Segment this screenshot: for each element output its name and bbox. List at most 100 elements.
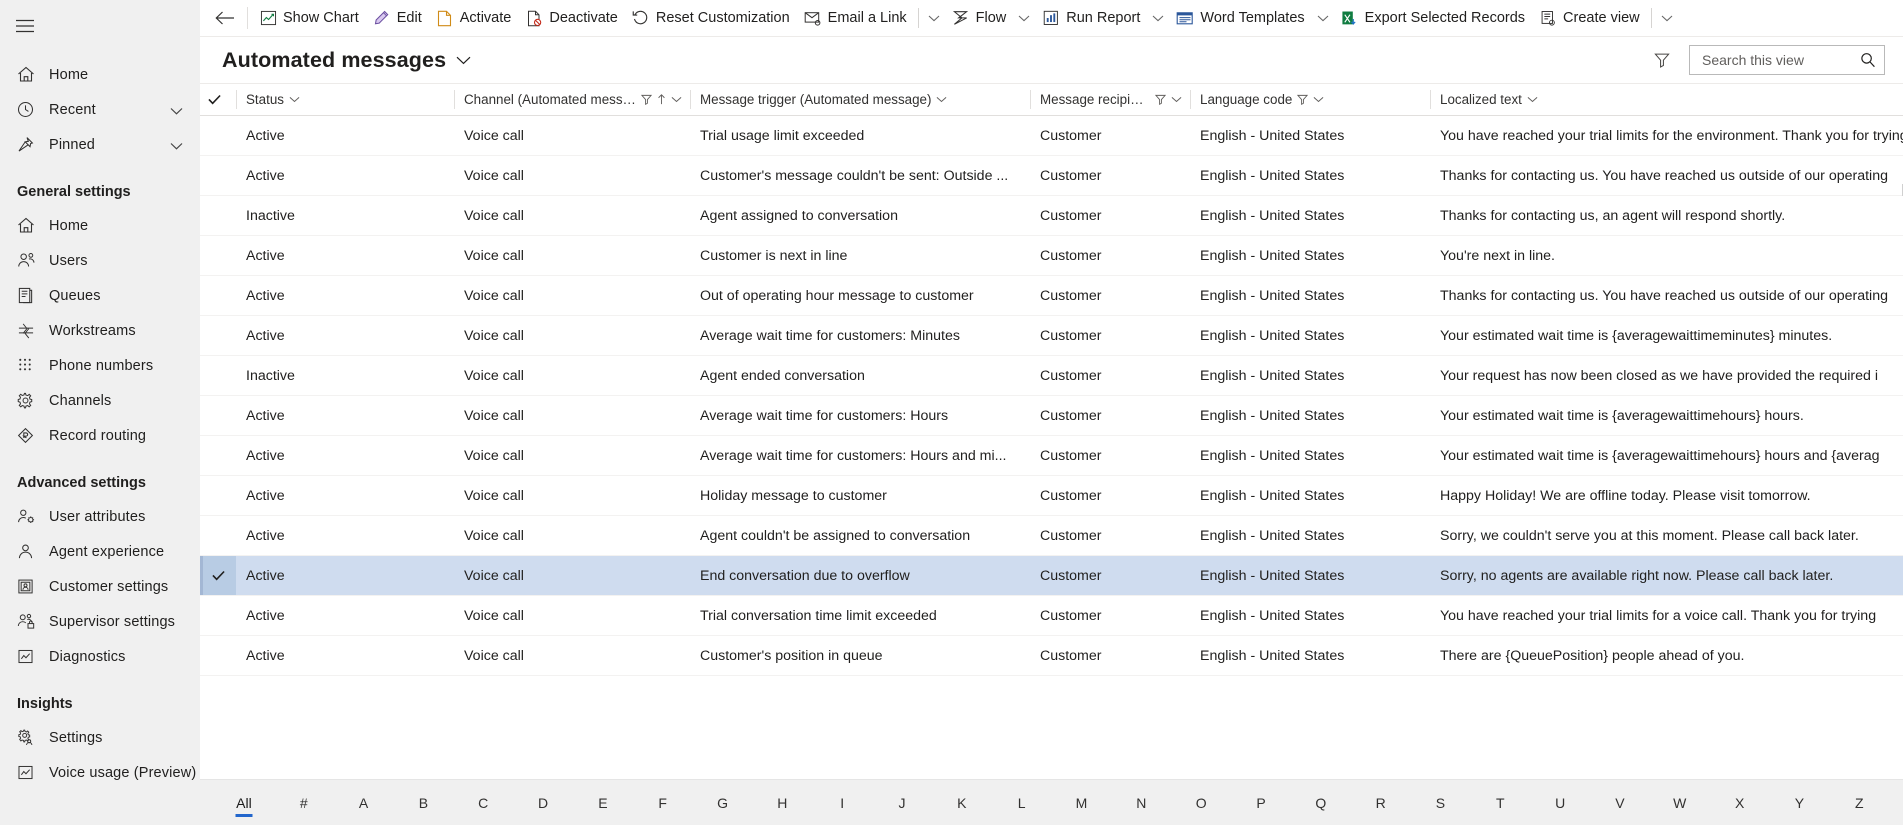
row-select-checkbox[interactable] bbox=[200, 115, 236, 156]
cell-localized-text[interactable]: Thanks for contacting us, an agent will … bbox=[1430, 195, 1903, 236]
column-filter-icon[interactable] bbox=[1155, 94, 1166, 105]
row-select-checkbox[interactable] bbox=[200, 555, 236, 596]
column-header-recipient[interactable]: Message recipient (... bbox=[1030, 84, 1190, 116]
alpha-filter-p[interactable]: P bbox=[1231, 788, 1291, 818]
table-row[interactable]: Active Voice call Customer's message could… bbox=[200, 155, 1903, 196]
sidebar-item-users[interactable]: Users bbox=[0, 243, 200, 278]
email-a-link-caret[interactable] bbox=[923, 1, 945, 35]
sidebar-item-record-routing[interactable]: Record routing bbox=[0, 418, 200, 453]
alpha-filter-v[interactable]: V bbox=[1590, 788, 1650, 818]
create-view-button[interactable]: Create view bbox=[1532, 1, 1647, 35]
table-row[interactable]: Active Voice call Out of operating hour me… bbox=[200, 275, 1903, 316]
table-row[interactable]: Inactive Voice call Agent ended conversati… bbox=[200, 355, 1903, 396]
column-filter-icon[interactable] bbox=[1297, 94, 1309, 105]
alpha-filter-h[interactable]: H bbox=[752, 788, 812, 818]
sidebar-item-channels[interactable]: Channels bbox=[0, 383, 200, 418]
table-row[interactable]: Active Voice call Holiday message to custo… bbox=[200, 475, 1903, 516]
cell-localized-text[interactable]: Thanks for contacting us. You have reach… bbox=[1430, 155, 1903, 196]
column-menu-chevron-down-icon[interactable] bbox=[1313, 96, 1324, 103]
sidebar-item-customer-settings[interactable]: Customer settings bbox=[0, 569, 200, 604]
row-select-checkbox[interactable] bbox=[200, 435, 236, 476]
alpha-filter-j[interactable]: J bbox=[872, 788, 932, 818]
row-select-checkbox[interactable] bbox=[200, 195, 236, 236]
column-header-trigger[interactable]: Message trigger (Automated message) bbox=[690, 84, 1030, 116]
row-select-checkbox[interactable] bbox=[200, 595, 236, 636]
sidebar-item-diagnostics[interactable]: Diagnostics bbox=[0, 639, 200, 674]
cell-language-code[interactable]: English - United States bbox=[1190, 595, 1430, 636]
sidebar-item-phone-numbers[interactable]: Phone numbers bbox=[0, 348, 200, 383]
cell-localized-text[interactable]: Your request has now been closed as we h… bbox=[1430, 355, 1903, 396]
table-row[interactable]: Active Voice call Trial usage limit exceed… bbox=[200, 115, 1903, 156]
cell-localized-text[interactable]: Your estimated wait time is {averagewait… bbox=[1430, 435, 1903, 476]
cell-localized-text[interactable]: Your estimated wait time is {averagewait… bbox=[1430, 315, 1903, 356]
row-select-checkbox[interactable] bbox=[200, 235, 236, 276]
alpha-filter-y[interactable]: Y bbox=[1770, 788, 1830, 818]
alpha-filter-all[interactable]: All bbox=[214, 788, 274, 818]
activate-button[interactable]: Activate bbox=[429, 1, 519, 35]
alpha-filter-u[interactable]: U bbox=[1530, 788, 1590, 818]
sidebar-item-insights-settings[interactable]: Settings bbox=[0, 720, 200, 755]
edit-button[interactable]: Edit bbox=[366, 1, 429, 35]
row-select-checkbox[interactable] bbox=[200, 515, 236, 556]
sidebar-item-queues[interactable]: Queues bbox=[0, 278, 200, 313]
row-select-checkbox[interactable] bbox=[200, 355, 236, 396]
alpha-filter-q[interactable]: Q bbox=[1291, 788, 1351, 818]
alpha-filter-s[interactable]: S bbox=[1411, 788, 1471, 818]
alpha-filter-i[interactable]: I bbox=[812, 788, 872, 818]
cell-language-code[interactable]: English - United States bbox=[1190, 395, 1430, 436]
alpha-filter-o[interactable]: O bbox=[1171, 788, 1231, 818]
export-selected-records-button[interactable]: Export Selected Records bbox=[1334, 1, 1532, 35]
sort-ascending-icon[interactable] bbox=[657, 94, 666, 105]
select-all-header[interactable] bbox=[200, 84, 236, 116]
cell-language-code[interactable]: English - United States bbox=[1190, 275, 1430, 316]
chevron-down-icon[interactable] bbox=[170, 102, 183, 118]
cell-localized-text[interactable]: You have reached your trial limits for a… bbox=[1430, 595, 1903, 636]
alpha-filter-z[interactable]: Z bbox=[1829, 788, 1889, 818]
alpha-filter-c[interactable]: C bbox=[453, 788, 513, 818]
column-header-localized[interactable]: Localized text bbox=[1430, 84, 1903, 116]
sidebar-item-home[interactable]: Home bbox=[0, 57, 200, 92]
cell-language-code[interactable]: English - United States bbox=[1190, 515, 1430, 556]
sidebar-item-supervisor-settings[interactable]: Supervisor settings bbox=[0, 604, 200, 639]
table-row[interactable]: Active Voice call Average wait time for cu… bbox=[200, 395, 1903, 436]
table-row[interactable]: Active Voice call Trial conversation time … bbox=[200, 595, 1903, 636]
cell-localized-text[interactable]: Sorry, we couldn't serve you at this mom… bbox=[1430, 515, 1903, 556]
table-row[interactable]: Active Voice call Customer's position in q… bbox=[200, 635, 1903, 676]
cell-localized-text[interactable]: Your estimated wait time is {averagewait… bbox=[1430, 395, 1903, 436]
table-row[interactable]: Active Voice call Average wait time for cu… bbox=[200, 435, 1903, 476]
cell-localized-text[interactable]: There are {QueuePosition} people ahead o… bbox=[1430, 635, 1903, 676]
cell-localized-text[interactable]: Happy Holiday! We are offline today. Ple… bbox=[1430, 475, 1903, 516]
column-menu-chevron-down-icon[interactable] bbox=[671, 96, 682, 103]
sidebar-item-pinned[interactable]: Pinned bbox=[0, 127, 200, 162]
table-row[interactable]: Active Voice call Average wait time for cu… bbox=[200, 315, 1903, 356]
reset-customization-button[interactable]: Reset Customization bbox=[625, 1, 797, 35]
alpha-filter-b[interactable]: B bbox=[393, 788, 453, 818]
back-button[interactable] bbox=[207, 1, 243, 35]
row-select-checkbox[interactable] bbox=[200, 395, 236, 436]
cell-language-code[interactable]: English - United States bbox=[1190, 195, 1430, 236]
column-menu-chevron-down-icon[interactable] bbox=[936, 96, 947, 103]
site-map-toggle[interactable] bbox=[3, 6, 47, 46]
sidebar-item-user-attributes[interactable]: User attributes bbox=[0, 499, 200, 534]
chevron-down-icon[interactable] bbox=[170, 137, 183, 153]
row-select-checkbox[interactable] bbox=[200, 635, 236, 676]
column-menu-chevron-down-icon[interactable] bbox=[1527, 96, 1538, 103]
word-templates-caret[interactable] bbox=[1312, 1, 1334, 35]
table-row[interactable]: Inactive Voice call Agent assigned to conv… bbox=[200, 195, 1903, 236]
alpha-filter-n[interactable]: N bbox=[1111, 788, 1171, 818]
row-select-checkbox[interactable] bbox=[200, 275, 236, 316]
checkmark-icon[interactable] bbox=[207, 94, 221, 105]
overflow-caret[interactable] bbox=[1656, 1, 1678, 35]
row-select-checkbox[interactable] bbox=[200, 155, 236, 196]
alpha-filter-d[interactable]: D bbox=[513, 788, 573, 818]
alpha-filter-g[interactable]: G bbox=[693, 788, 753, 818]
view-selector-chevron-down-icon[interactable] bbox=[456, 56, 471, 65]
cell-localized-text[interactable]: You have reached your trial limits for t… bbox=[1430, 115, 1903, 156]
alpha-filter-x[interactable]: X bbox=[1710, 788, 1770, 818]
email-a-link-button[interactable]: Email a Link bbox=[797, 1, 914, 35]
column-header-channel[interactable]: Channel (Automated message) bbox=[454, 84, 690, 116]
alpha-filter-l[interactable]: L bbox=[992, 788, 1052, 818]
sidebar-item-voice-usage-preview[interactable]: Voice usage (Preview) bbox=[0, 755, 200, 790]
deactivate-button[interactable]: Deactivate bbox=[518, 1, 625, 35]
run-report-caret[interactable] bbox=[1147, 1, 1169, 35]
